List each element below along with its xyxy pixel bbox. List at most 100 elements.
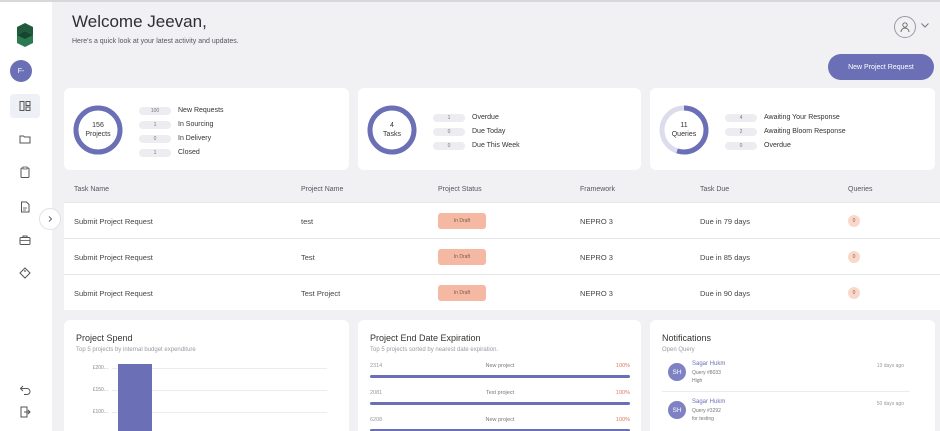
stat-count: 0 <box>139 134 171 143</box>
stat-queries-overdue[interactable]: 0 Overdue <box>725 141 791 150</box>
task-name-cell: Submit Project Request <box>74 216 153 226</box>
avatar[interactable]: F- <box>10 60 32 82</box>
spend-bar[interactable] <box>118 364 152 431</box>
progress-fill <box>370 375 630 378</box>
stat-count: 1 <box>139 148 171 157</box>
projects-label: Projects <box>85 131 111 138</box>
projects-summary-card: 156 Projects 100 New Requests 1 In Sourcin… <box>64 88 349 170</box>
user-menu-button[interactable] <box>894 16 916 38</box>
stat-count: 1 <box>139 120 171 129</box>
stat-count: 1 <box>433 113 465 122</box>
notification-time: 50 days ago <box>876 401 904 407</box>
notification-sender: Sagar Hukm <box>692 399 726 405</box>
sidebar-item-logout[interactable] <box>10 400 40 424</box>
project-name-cell: Test Project <box>301 288 341 298</box>
notification-avatar: SH <box>668 401 686 419</box>
project-name: New project <box>485 417 515 423</box>
sidebar-item-tasks[interactable] <box>10 160 40 184</box>
chevron-down-icon[interactable] <box>920 20 930 30</box>
column-header-queries[interactable]: Queries <box>848 186 873 193</box>
task-due-cell: Due in 85 days <box>700 252 751 262</box>
stat-label: Overdue <box>764 142 791 149</box>
project-status-cell: In Draft <box>438 203 486 239</box>
y-tick-label: £200... <box>92 365 108 371</box>
sidebar-item-dashboard[interactable] <box>10 94 40 118</box>
notification-avatar: SH <box>668 363 686 381</box>
notification-priority: for testing <box>692 416 714 422</box>
projects-count: 156 <box>92 122 104 129</box>
notification-item[interactable]: SH Sagar Hukm Query #3292 for testing 50… <box>662 399 910 431</box>
stat-overdue[interactable]: 1 Overdue <box>433 113 499 122</box>
sidebar-toggle-button[interactable] <box>39 208 61 230</box>
end-date-subtitle: Top 5 projects sorted by nearest date ex… <box>370 347 499 353</box>
new-project-request-button[interactable]: New Project Request <box>828 54 934 80</box>
status-badge: In Draft <box>438 249 486 265</box>
folder-icon <box>19 135 31 144</box>
stat-label: In Delivery <box>178 135 212 142</box>
stat-due-this-week[interactable]: 0 Due This Week <box>433 141 520 150</box>
notification-priority: High <box>692 378 703 384</box>
tasks-summary-card: 4 Tasks 1 Overdue 0 Due Today 0 Due This We… <box>358 88 641 170</box>
stat-awaiting-bloom-response[interactable]: 2 Awaiting Bloom Response <box>725 127 846 136</box>
status-badge: In Draft <box>438 213 486 229</box>
projects-ring-label: 156 Projects <box>73 105 123 155</box>
column-header-project-status[interactable]: Project Status <box>438 186 482 193</box>
project-name: Test project <box>485 390 515 396</box>
queries-cell: 0 <box>848 239 860 275</box>
stat-in-sourcing[interactable]: 1 In Sourcing <box>139 120 213 129</box>
percent-label: 100% <box>615 363 630 369</box>
project-status-cell: In Draft <box>438 275 486 311</box>
framework-cell: NEPRO 3 <box>580 288 613 298</box>
stat-label: Awaiting Your Response <box>764 114 840 121</box>
table-row[interactable]: Submit Project Request test In Draft NEP… <box>64 202 940 238</box>
percent-label: 100% <box>615 390 630 396</box>
stat-awaiting-your-response[interactable]: 4 Awaiting Your Response <box>725 113 840 122</box>
page-subtitle: Here's a quick look at your latest activ… <box>72 38 239 45</box>
stat-due-today[interactable]: 0 Due Today <box>433 127 505 136</box>
expiration-row[interactable]: 6208 New project 100% <box>370 417 630 431</box>
sidebar-item-back[interactable] <box>10 378 40 402</box>
stat-label: Due Today <box>472 128 506 135</box>
stat-label: New Requests <box>178 107 224 114</box>
percent-label: 100% <box>615 417 630 423</box>
expiration-row[interactable]: 2081 Test project 100% <box>370 390 630 406</box>
project-status-cell: In Draft <box>438 239 486 275</box>
stat-in-delivery[interactable]: 0 In Delivery <box>139 134 211 143</box>
stat-label: Closed <box>178 149 200 156</box>
column-header-project-name[interactable]: Project Name <box>301 186 343 193</box>
notification-item[interactable]: SH Sagar Hukm Query #8033 High 13 days a… <box>662 361 910 395</box>
queries-summary-card: 11 Queries 4 Awaiting Your Response 2 Awai… <box>650 88 935 170</box>
stat-label: In Sourcing <box>178 121 214 128</box>
stat-new-requests[interactable]: 100 New Requests <box>139 106 224 115</box>
page-title: Welcome Jeevan, <box>72 12 207 31</box>
y-tick-label: £150... <box>92 387 108 393</box>
stat-count: 100 <box>139 106 171 115</box>
user-icon <box>900 22 910 33</box>
queries-cell: 0 <box>848 203 860 239</box>
table-row[interactable]: Submit Project Request Test In Draft NEP… <box>64 238 940 274</box>
end-date-title: Project End Date Expiration <box>370 333 481 343</box>
column-header-framework[interactable]: Framework <box>580 186 615 193</box>
queries-count: 11 <box>680 122 688 129</box>
notifications-subtitle: Open Query <box>662 347 695 353</box>
expiration-row[interactable]: 2314 New project 100% <box>370 363 630 379</box>
logout-icon <box>20 406 31 418</box>
project-name: New project <box>485 363 515 369</box>
stat-closed[interactable]: 1 Closed <box>139 148 200 157</box>
queries-cell: 0 <box>848 275 860 311</box>
column-header-task-due[interactable]: Task Due <box>700 186 729 193</box>
notification-query: Query #8033 <box>692 370 721 376</box>
project-name-cell: test <box>301 216 314 226</box>
status-badge: In Draft <box>438 285 486 301</box>
sidebar-item-projects[interactable] <box>10 127 40 151</box>
column-header-task-name[interactable]: Task Name <box>74 186 109 193</box>
avatar-initials: F- <box>17 67 25 75</box>
notification-query: Query #3292 <box>692 408 721 414</box>
sidebar-item-tags[interactable] <box>10 261 40 285</box>
sidebar-item-documents[interactable] <box>10 195 40 219</box>
sidebar-item-briefcase[interactable] <box>10 228 40 252</box>
project-spend-subtitle: Top 5 projects by internal budget expend… <box>76 347 196 353</box>
project-name-cell: Test <box>301 252 315 262</box>
table-row[interactable]: Submit Project Request Test Project In D… <box>64 274 940 310</box>
project-end-date-panel: Project End Date Expiration Top 5 projec… <box>358 320 641 431</box>
